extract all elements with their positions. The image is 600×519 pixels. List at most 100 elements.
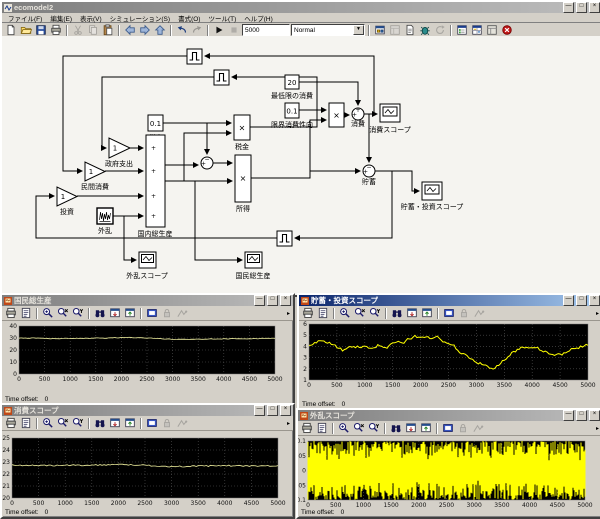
close-button[interactable]: ×	[589, 2, 600, 13]
menu-edit[interactable]: 編集(E)	[46, 13, 76, 23]
minimize-button[interactable]: —	[563, 295, 574, 306]
constant-min-consumption-block[interactable]: 20 最低限の消費	[271, 75, 313, 100]
toolbar-overflow-chevron[interactable]: ▸	[596, 310, 600, 317]
maximize-button[interactable]: □	[576, 295, 587, 306]
undo-icon[interactable]	[175, 24, 189, 37]
autoscale-binoculars-icon[interactable]	[93, 307, 107, 320]
menu-format[interactable]: 書式(O)	[174, 13, 204, 23]
restore-axes-icon[interactable]	[420, 307, 434, 320]
minimize-button[interactable]: —	[563, 410, 574, 421]
toolbar-overflow-chevron[interactable]: ▸	[287, 420, 291, 427]
scope-gnp-block[interactable]: 国民総生産	[236, 252, 271, 280]
gain-government-block[interactable]: 1 政府支出	[105, 138, 133, 168]
parameters-icon[interactable]	[19, 307, 33, 320]
sum-consumption-block[interactable]: + + 消費	[351, 107, 365, 128]
restore-axes-icon[interactable]	[123, 417, 137, 430]
print-icon[interactable]	[49, 24, 63, 37]
start-simulation-icon[interactable]	[212, 24, 226, 37]
model-browser-icon[interactable]	[455, 24, 469, 37]
zoom-y-icon[interactable]	[71, 417, 85, 430]
model-canvas[interactable]: 20 最低限の消費 0.1 限界消費性向 × + + 消費	[2, 36, 600, 295]
floating-scope-icon[interactable]	[145, 417, 159, 430]
zoom-y-icon[interactable]	[367, 422, 381, 435]
sum-savings-block[interactable]: + − 貯蓄	[362, 164, 376, 186]
gain-investment-block[interactable]: 1 投資	[57, 187, 77, 216]
menu-view[interactable]: 表示(V)	[76, 13, 106, 23]
menu-tools[interactable]: ツール(T)	[204, 13, 240, 23]
scope-noise-block[interactable]: 外乱スコープ	[126, 252, 168, 280]
toolbar-overflow-chevron[interactable]: ▸	[287, 310, 291, 317]
zoom-x-icon[interactable]	[353, 307, 367, 320]
simulation-mode-select[interactable]: Normal ▼	[291, 24, 365, 36]
paste-icon[interactable]	[101, 24, 115, 37]
back-icon[interactable]	[123, 24, 137, 37]
save-axes-icon[interactable]	[404, 422, 418, 435]
zoom-icon[interactable]	[337, 422, 351, 435]
restore-axes-icon[interactable]	[123, 307, 137, 320]
workspace-icon[interactable]	[485, 24, 499, 37]
scope-plot-savings[interactable]: 0500100015002000250030003500400045005000…	[299, 320, 598, 387]
parameters-icon[interactable]	[316, 307, 330, 320]
title-bar[interactable]: 国民総生産 — □ ×	[2, 295, 293, 306]
zoom-icon[interactable]	[41, 307, 55, 320]
maximize-button[interactable]: □	[267, 405, 278, 416]
title-bar[interactable]: 貯蓄・投資スコープ — □ ×	[299, 295, 600, 306]
toolbar-overflow-chevron[interactable]: ▸	[596, 425, 600, 432]
title-bar[interactable]: 外乱スコープ — □ ×	[298, 410, 600, 421]
scope-savings-block[interactable]: 貯蓄・投資スコープ	[401, 182, 464, 211]
signal-wires[interactable]	[36, 56, 419, 260]
title-bar[interactable]: 消費スコープ — □ ×	[2, 405, 293, 416]
close-button[interactable]: ×	[280, 295, 291, 306]
close-button[interactable]: ×	[589, 410, 600, 421]
zoom-x-icon[interactable]	[56, 417, 70, 430]
open-model-icon[interactable]	[19, 24, 33, 37]
floating-scope-icon[interactable]	[145, 307, 159, 320]
parameters-icon[interactable]	[315, 422, 329, 435]
close-button[interactable]: ×	[280, 405, 291, 416]
menu-simulation[interactable]: シミュレーション(S)	[106, 13, 174, 23]
product-tax-block[interactable]: × 税金	[234, 115, 250, 151]
noise-block[interactable]: 外乱	[97, 208, 113, 235]
minimize-button[interactable]: —	[254, 405, 265, 416]
zoom-y-icon[interactable]	[71, 307, 85, 320]
save-axes-icon[interactable]	[108, 417, 122, 430]
simulation-time-input[interactable]	[242, 24, 290, 36]
parameters-icon[interactable]	[19, 417, 33, 430]
maximize-button[interactable]: □	[267, 295, 278, 306]
autoscale-binoculars-icon[interactable]	[390, 307, 404, 320]
print-icon[interactable]	[4, 307, 18, 320]
autoscale-binoculars-icon[interactable]	[93, 417, 107, 430]
scope-plot-gnp[interactable]: 0500100015002000250030003500400045005000…	[2, 320, 289, 382]
unit-delay-block-a[interactable]	[187, 49, 202, 64]
zoom-y-icon[interactable]	[368, 307, 382, 320]
maximize-button[interactable]: □	[576, 2, 587, 13]
forward-icon[interactable]	[138, 24, 152, 37]
floating-scope-icon[interactable]	[441, 422, 455, 435]
print-icon[interactable]	[301, 307, 315, 320]
sum-one-minus-tax-block[interactable]: + −	[201, 156, 213, 169]
zoom-x-icon[interactable]	[352, 422, 366, 435]
menu-file[interactable]: ファイル(F)	[4, 13, 46, 23]
product-mpc-block[interactable]: ×	[329, 103, 344, 127]
restore-axes-icon[interactable]	[419, 422, 433, 435]
print-icon[interactable]	[4, 417, 18, 430]
maximize-button[interactable]: □	[576, 410, 587, 421]
print-icon[interactable]	[300, 422, 314, 435]
highlight-icon[interactable]	[500, 24, 514, 37]
unit-delay-block-c[interactable]	[277, 231, 292, 246]
unit-delay-block-b[interactable]	[214, 70, 229, 85]
library-browser-icon[interactable]	[373, 24, 387, 37]
dropdown-arrow-icon[interactable]: ▼	[353, 25, 364, 35]
debugger-icon[interactable]	[418, 24, 432, 37]
title-bar[interactable]: ecomodel2 — □ ×	[2, 2, 600, 13]
product-income-block[interactable]: × 所得	[235, 155, 251, 213]
zoom-icon[interactable]	[338, 307, 352, 320]
constant-mpc-block[interactable]: 0.1 限界消費性向	[271, 103, 313, 129]
menu-help[interactable]: ヘルプ(H)	[240, 13, 277, 23]
zoom-icon[interactable]	[41, 417, 55, 430]
scope-plot-noise[interactable]: 0500100015002000250030003500400045005000…	[298, 435, 598, 510]
zoom-x-icon[interactable]	[56, 307, 70, 320]
new-model-icon[interactable]	[4, 24, 18, 37]
close-button[interactable]: ×	[589, 295, 600, 306]
save-icon[interactable]	[34, 24, 48, 37]
